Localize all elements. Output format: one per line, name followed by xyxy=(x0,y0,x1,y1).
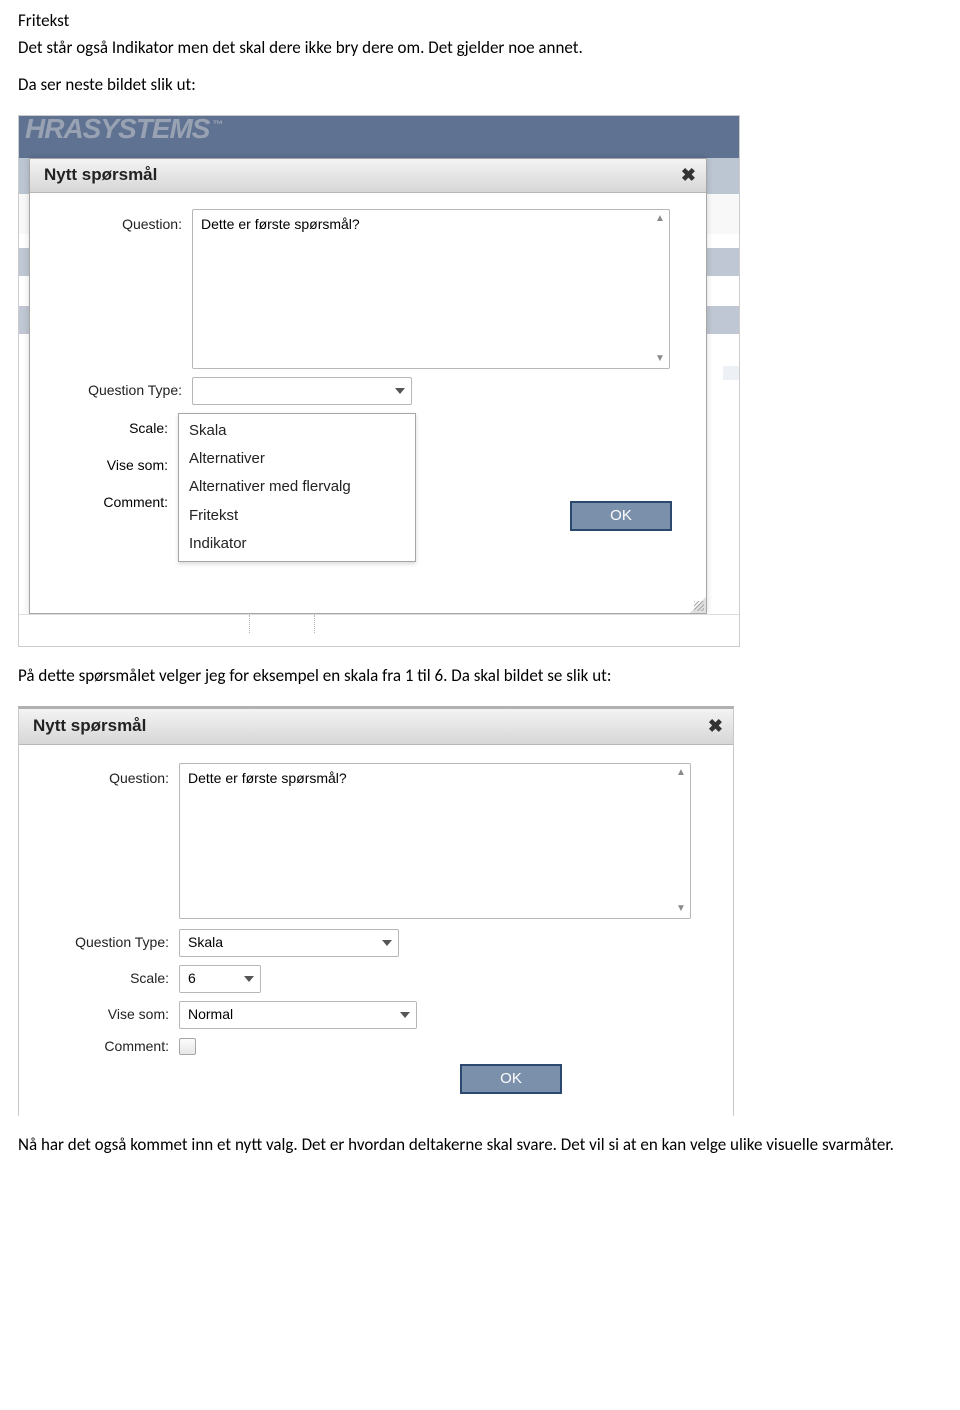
label-comment: Comment: xyxy=(30,493,178,512)
app-header: HRASYSTEMS™ xyxy=(19,116,739,158)
label-question: Question: xyxy=(35,763,179,788)
resize-handle-icon[interactable] xyxy=(690,597,706,613)
option-skala[interactable]: Skala xyxy=(179,417,415,445)
doc-line-fritekst: Fritekst xyxy=(18,10,924,33)
label-question: Question: xyxy=(44,209,192,234)
scroll-down-icon[interactable]: ▼ xyxy=(674,902,688,916)
scale-select[interactable]: 6 xyxy=(179,965,261,993)
label-question-type: Question Type: xyxy=(35,933,179,952)
option-fritekst[interactable]: Fritekst xyxy=(179,502,415,530)
question-value: Dette er første spørsmål? xyxy=(188,770,347,786)
option-indikator[interactable]: Indikator xyxy=(179,530,415,558)
ok-button[interactable]: OK xyxy=(570,501,672,531)
option-alternativer-flervalg[interactable]: Alternativer med flervalg xyxy=(179,473,415,501)
question-type-value: Skala xyxy=(188,933,223,952)
question-type-select[interactable]: Skala xyxy=(179,929,399,957)
brand-text: HRASYSTEMS xyxy=(25,113,209,144)
question-type-select[interactable] xyxy=(192,377,412,405)
label-vise-som: Vise som: xyxy=(35,1005,179,1024)
doc-line-indikator: Det står også Indikator men det skal der… xyxy=(18,37,924,60)
ok-button[interactable]: OK xyxy=(460,1064,562,1094)
dialog-titlebar: Nytt spørsmål ✖ xyxy=(30,159,706,193)
chevron-down-icon xyxy=(395,388,405,394)
vise-som-select[interactable]: Normal xyxy=(179,1001,417,1029)
question-textarea[interactable]: Dette er første spørsmål? ▲ ▼ xyxy=(192,209,670,369)
trademark-icon: ™ xyxy=(212,119,223,131)
brand-logo: HRASYSTEMS™ xyxy=(25,110,223,148)
close-icon[interactable]: ✖ xyxy=(708,714,723,738)
scroll-up-icon[interactable]: ▲ xyxy=(653,212,667,226)
side-labels: Scale: Vise som: Comment: xyxy=(30,419,178,530)
label-scale: Scale: xyxy=(30,419,178,438)
scroll-up-icon[interactable]: ▲ xyxy=(674,766,688,780)
doc-line-nytt-valg: Nå har det også kommet inn et nytt valg.… xyxy=(18,1134,924,1157)
doc-line-skala: På dette spørsmålet velger jeg for eksem… xyxy=(18,665,924,688)
label-vise-som: Vise som: xyxy=(30,456,178,475)
dialog2-titlebar: Nytt spørsmål ✖ xyxy=(19,709,733,745)
dialog-title-text: Nytt spørsmål xyxy=(44,164,157,187)
doc-line-neste-bildet: Da ser neste bildet slik ut: xyxy=(18,74,924,97)
dialog2-title-text: Nytt spørsmål xyxy=(33,715,146,738)
question-textarea[interactable]: Dette er første spørsmål? ▲ ▼ xyxy=(179,763,691,919)
screenshot-1: HRASYSTEMS™ Nytt spørsmål ✖ Question: De… xyxy=(18,115,740,647)
label-comment: Comment: xyxy=(35,1037,179,1056)
comment-checkbox[interactable] xyxy=(179,1038,196,1055)
footer-strip xyxy=(19,614,739,646)
vise-som-value: Normal xyxy=(188,1005,233,1024)
close-icon[interactable]: ✖ xyxy=(681,163,696,187)
scroll-down-icon[interactable]: ▼ xyxy=(653,352,667,366)
option-alternativer[interactable]: Alternativer xyxy=(179,445,415,473)
question-value: Dette er første spørsmål? xyxy=(201,216,360,232)
question-type-dropdown[interactable]: Skala Alternativer Alternativer med fler… xyxy=(178,413,416,562)
label-question-type: Question Type: xyxy=(44,381,192,400)
label-scale: Scale: xyxy=(35,969,179,988)
dialog-new-question: Nytt spørsmål ✖ Question: Dette er først… xyxy=(29,158,707,614)
chevron-down-icon xyxy=(244,976,254,982)
chevron-down-icon xyxy=(382,940,392,946)
chevron-down-icon xyxy=(400,1012,410,1018)
scale-value: 6 xyxy=(188,969,196,988)
screenshot-2: Nytt spørsmål ✖ Question: Dette er først… xyxy=(18,706,734,1116)
